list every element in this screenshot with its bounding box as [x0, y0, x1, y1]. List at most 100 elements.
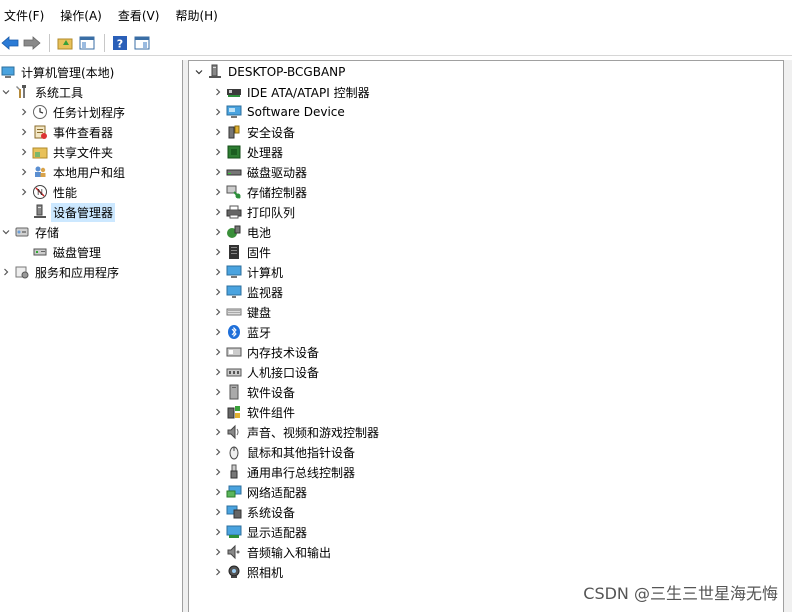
device-category[interactable]: 人机接口设备 — [212, 362, 321, 382]
bluetooth-icon — [226, 324, 242, 340]
device-category[interactable]: 照相机 — [212, 562, 285, 582]
chevron-right-icon[interactable] — [212, 146, 224, 158]
device-category[interactable]: 软件组件 — [212, 402, 297, 422]
firmware-icon — [226, 244, 242, 260]
nav-item-label: 存储 — [35, 225, 60, 240]
chevron-right-icon[interactable] — [212, 106, 224, 118]
chevron-right-icon[interactable] — [212, 206, 224, 218]
chevron-right-icon[interactable] — [212, 166, 224, 178]
menu-view[interactable]: 查看(V) — [118, 7, 160, 24]
device-category-label: 人机接口设备 — [247, 365, 320, 380]
device-manager-icon — [32, 204, 48, 220]
up-folder-icon[interactable] — [55, 33, 75, 53]
show-hide-tree-icon[interactable] — [77, 33, 97, 53]
chevron-down-icon[interactable] — [0, 86, 12, 98]
chevron-right-icon[interactable] — [212, 226, 224, 238]
device-category[interactable]: 固件 — [212, 242, 273, 262]
nav-item[interactable]: 设备管理器 — [18, 202, 116, 222]
chevron-down-icon[interactable] — [0, 226, 12, 238]
chevron-right-icon[interactable] — [212, 406, 224, 418]
nav-item[interactable]: 磁盘管理 — [18, 242, 103, 262]
device-category[interactable]: 内存技术设备 — [212, 342, 321, 362]
device-category[interactable]: 磁盘驱动器 — [212, 162, 309, 182]
chevron-right-icon[interactable] — [212, 86, 224, 98]
menu-action[interactable]: 操作(A) — [60, 7, 102, 24]
device-category[interactable]: 电池 — [212, 222, 273, 242]
chevron-right-icon[interactable] — [212, 486, 224, 498]
chevron-right-icon[interactable] — [18, 126, 30, 138]
chevron-right-icon[interactable] — [212, 306, 224, 318]
performance-icon: N — [32, 184, 48, 200]
device-category[interactable]: Software Device — [212, 102, 347, 122]
chevron-right-icon[interactable] — [212, 446, 224, 458]
chevron-right-icon[interactable] — [212, 186, 224, 198]
back-arrow-icon[interactable] — [0, 33, 20, 53]
device-tree-root[interactable]: DESKTOP-BCGBANP — [193, 62, 347, 82]
menu-file[interactable]: 文件(F) — [4, 7, 44, 24]
device-category-label: 系统设备 — [247, 505, 296, 520]
chevron-right-icon[interactable] — [212, 526, 224, 538]
chevron-right-icon[interactable] — [212, 346, 224, 358]
chevron-right-icon[interactable] — [212, 266, 224, 278]
device-category-label: 固件 — [247, 245, 272, 260]
device-category[interactable]: 鼠标和其他指针设备 — [212, 442, 357, 462]
nav-item-label: 性能 — [53, 185, 78, 200]
navigation-tree-pane[interactable]: 计算机管理(本地) 系统工具 任务计划程序 事件查看器 共享文件夹 本地用户和组 N 性能设… — [0, 60, 183, 612]
chevron-right-icon[interactable] — [212, 426, 224, 438]
chevron-right-icon[interactable] — [18, 186, 30, 198]
properties-icon[interactable] — [132, 33, 152, 53]
device-category[interactable]: 安全设备 — [212, 122, 297, 142]
tree-root-label: 计算机管理(本地) — [21, 65, 115, 80]
forward-arrow-icon[interactable] — [22, 33, 42, 53]
chevron-right-icon[interactable] — [212, 566, 224, 578]
device-category[interactable]: 系统设备 — [212, 502, 297, 522]
device-category[interactable]: 存储控制器 — [212, 182, 309, 202]
monitor-icon — [226, 284, 242, 300]
nav-item[interactable]: 服务和应用程序 — [0, 262, 121, 282]
storage-icon — [14, 224, 30, 240]
chevron-right-icon[interactable] — [212, 326, 224, 338]
device-category[interactable]: 键盘 — [212, 302, 273, 322]
nav-item[interactable]: 任务计划程序 — [18, 102, 127, 122]
chevron-right-icon[interactable] — [212, 366, 224, 378]
nav-item[interactable]: 本地用户和组 — [18, 162, 127, 182]
device-category[interactable]: 打印队列 — [212, 202, 297, 222]
device-category[interactable]: 监视器 — [212, 282, 285, 302]
chevron-right-icon[interactable] — [212, 506, 224, 518]
device-category-label: 安全设备 — [247, 125, 296, 140]
chevron-right-icon[interactable] — [18, 106, 30, 118]
chevron-right-icon[interactable] — [212, 126, 224, 138]
device-tree-pane[interactable]: DESKTOP-BCGBANP IDE ATA/ATAPI 控制器 Softwar… — [188, 60, 784, 612]
nav-item[interactable]: 存储 — [0, 222, 61, 242]
device-category[interactable]: 处理器 — [212, 142, 285, 162]
nav-item[interactable]: N 性能 — [18, 182, 79, 202]
chevron-right-icon[interactable] — [212, 546, 224, 558]
mouse-icon — [226, 444, 242, 460]
chevron-right-icon[interactable] — [18, 146, 30, 158]
device-category-label: 监视器 — [247, 285, 284, 300]
device-category[interactable]: 网络适配器 — [212, 482, 309, 502]
chevron-right-icon[interactable] — [0, 266, 12, 278]
chevron-down-icon[interactable] — [193, 66, 205, 78]
chevron-right-icon[interactable] — [212, 466, 224, 478]
tree-root-computer-management[interactable]: 计算机管理(本地) — [0, 62, 116, 82]
scrollbar-track[interactable] — [784, 60, 792, 612]
chevron-right-icon[interactable] — [212, 286, 224, 298]
chevron-right-icon[interactable] — [212, 386, 224, 398]
device-category[interactable]: 声音、视频和游戏控制器 — [212, 422, 381, 442]
device-category[interactable]: 计算机 — [212, 262, 285, 282]
chevron-right-icon[interactable] — [18, 166, 30, 178]
nav-item[interactable]: 共享文件夹 — [18, 142, 115, 162]
help-icon[interactable]: ? — [110, 33, 130, 53]
device-category[interactable]: 音频输入和输出 — [212, 542, 333, 562]
nav-item[interactable]: 事件查看器 — [18, 122, 115, 142]
device-category[interactable]: 显示适配器 — [212, 522, 309, 542]
nav-item[interactable]: 系统工具 — [0, 82, 85, 102]
device-category[interactable]: 蓝牙 — [212, 322, 273, 342]
device-category[interactable]: 软件设备 — [212, 382, 297, 402]
device-category[interactable]: IDE ATA/ATAPI 控制器 — [212, 82, 372, 102]
chevron-right-icon[interactable] — [212, 246, 224, 258]
device-category[interactable]: 通用串行总线控制器 — [212, 462, 357, 482]
printer-icon — [226, 204, 242, 220]
menu-help[interactable]: 帮助(H) — [175, 7, 217, 24]
